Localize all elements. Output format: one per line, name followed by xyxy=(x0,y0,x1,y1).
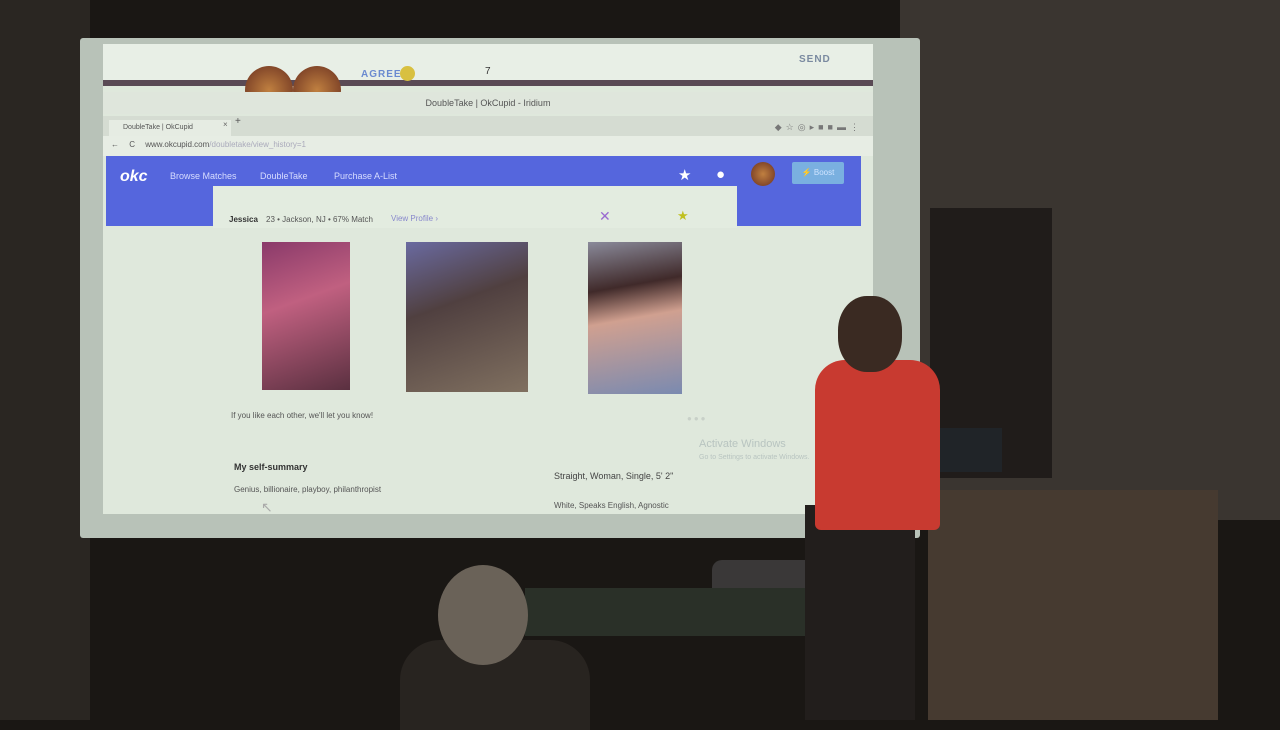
boost-button[interactable]: ⚡ Boost xyxy=(792,162,844,184)
match-note: If you like each other, we'll let you kn… xyxy=(231,411,374,420)
address-bar[interactable]: ← C www.okcupid.com/doubletake/view_hist… xyxy=(103,136,873,156)
presenter-head xyxy=(838,296,902,372)
self-summary-heading: My self-summary xyxy=(234,462,308,472)
agree-button[interactable]: AGREE xyxy=(361,69,402,80)
send-button[interactable]: SEND xyxy=(799,54,831,65)
back-icon[interactable]: ← xyxy=(111,140,119,149)
carousel-dots[interactable]: ●●● xyxy=(687,414,708,423)
podium xyxy=(928,490,1218,720)
window-title: DoubleTake | OkCupid - Iridium xyxy=(103,92,873,114)
activate-windows-subtitle: Go to Settings to activate Windows. xyxy=(699,454,810,461)
reload-icon[interactable]: C xyxy=(129,140,135,149)
profile-photo[interactable] xyxy=(588,242,682,394)
user-avatar[interactable] xyxy=(751,162,775,186)
profile-header-card: Jessica 23 • Jackson, NJ • 67% Match Vie… xyxy=(213,186,737,228)
room-wall-left xyxy=(0,0,90,720)
laptop xyxy=(930,428,1002,472)
profile-meta: 23 • Jackson, NJ • 67% Match xyxy=(266,215,373,224)
profile-details: White, Speaks English, Agnostic xyxy=(554,501,669,510)
tab-strip: DoubleTake | OkCupid × + ◆☆◎▸■■▬⋮ xyxy=(103,116,873,136)
star-icon[interactable]: ★ xyxy=(678,166,691,184)
mouse-cursor-icon: ↖ xyxy=(261,499,273,514)
audience-member-head xyxy=(438,565,528,665)
tab-title: DoubleTake | OkCupid xyxy=(123,124,193,131)
nav-browse-matches[interactable]: Browse Matches xyxy=(170,171,237,181)
presenter xyxy=(815,360,940,530)
presenter-legs xyxy=(805,505,915,720)
smiley-icon xyxy=(400,66,415,81)
okc-logo[interactable]: okc xyxy=(120,168,148,186)
close-tab-icon[interactable]: × xyxy=(223,120,228,129)
activate-windows-title: Activate Windows xyxy=(699,438,786,450)
profile-name: Jessica xyxy=(229,215,258,224)
profile-details: Straight, Woman, Single, 5' 2" xyxy=(554,471,674,481)
self-summary-text: Genius, billionaire, playboy, philanthro… xyxy=(234,485,382,494)
message-icon[interactable]: ● xyxy=(716,166,725,183)
browser-tab[interactable]: DoubleTake | OkCupid xyxy=(109,120,231,136)
like-star-icon[interactable]: ★ xyxy=(677,208,689,224)
extension-icons[interactable]: ◆☆◎▸■■▬⋮ xyxy=(775,122,863,133)
nav-purchase-a-list[interactable]: Purchase A-List xyxy=(334,171,397,181)
agree-count: 7 xyxy=(485,66,491,77)
url-path: /doubletake/view_history=1 xyxy=(209,140,307,149)
table xyxy=(525,588,825,636)
url-host: www.okcupid.com xyxy=(145,140,210,149)
pass-x-icon[interactable]: ✕ xyxy=(599,208,611,225)
view-profile-link[interactable]: View Profile › xyxy=(391,214,438,223)
profile-photo[interactable] xyxy=(262,242,350,390)
profile-photo[interactable] xyxy=(406,242,528,392)
projected-desktop: AGREE 7 SEND DoubleTake | OkCupid - Irid… xyxy=(103,44,873,514)
chat-bar: AGREE 7 SEND xyxy=(103,44,873,114)
nav-doubletake[interactable]: DoubleTake xyxy=(260,171,308,181)
new-tab-button[interactable]: + xyxy=(235,116,241,127)
